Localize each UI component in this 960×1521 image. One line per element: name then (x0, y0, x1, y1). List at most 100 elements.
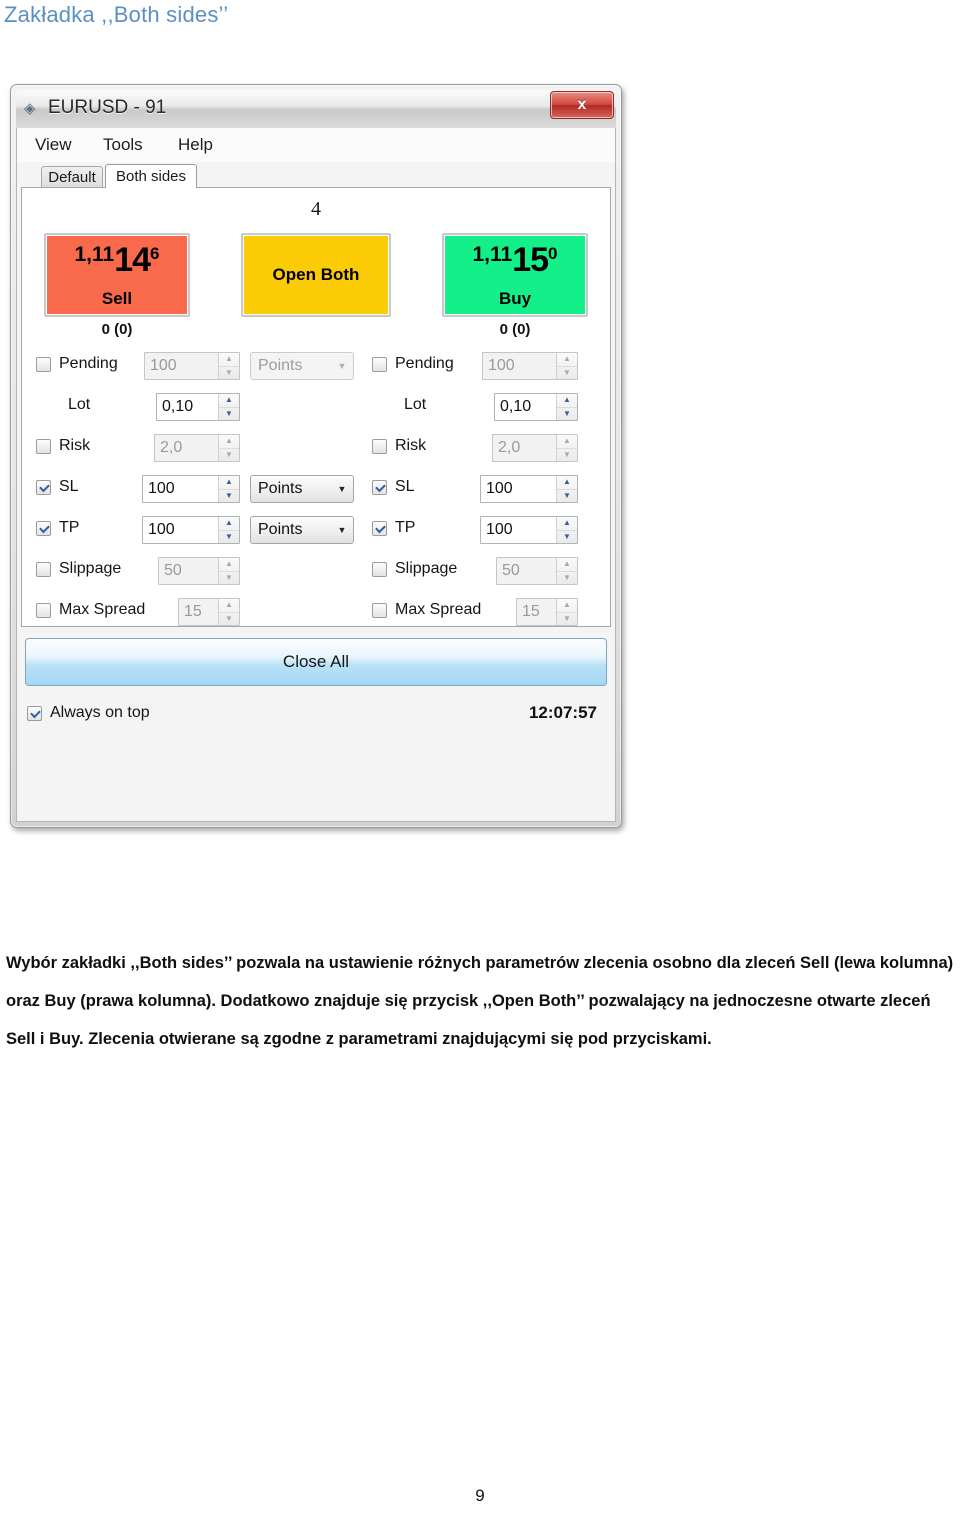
stepper-down-icon[interactable]: ▼ (219, 449, 239, 462)
checkbox-sell-sl[interactable] (36, 480, 51, 495)
stepper-up-icon[interactable]: ▲ (557, 558, 577, 572)
value-sell-slippage[interactable]: 50 (159, 558, 218, 584)
stepper-buy-slippage[interactable]: 50 ▲ ▼ (496, 557, 578, 585)
sell-price-prefix: 1,11 (74, 243, 115, 266)
menu-item-view[interactable]: View (31, 134, 76, 156)
label-sell-sl: SL (59, 478, 79, 495)
stepper-down-icon[interactable]: ▼ (557, 367, 577, 380)
stepper-sell-pending[interactable]: 100 ▲ ▼ (144, 352, 240, 380)
stepper-down-icon[interactable]: ▼ (219, 613, 239, 626)
checkbox-sell-tp[interactable] (36, 521, 51, 536)
stepper-up-icon[interactable]: ▲ (557, 435, 577, 449)
tab-both-sides[interactable]: Both sides (105, 164, 197, 188)
stepper-up-icon[interactable]: ▲ (557, 394, 577, 408)
value-buy-pending[interactable]: 100 (483, 353, 556, 379)
stepper-buy-pending[interactable]: 100 ▲ ▼ (482, 352, 578, 380)
checkbox-buy-risk[interactable] (372, 439, 387, 454)
stepper-down-icon[interactable]: ▼ (557, 490, 577, 503)
label-sell-tp: TP (59, 519, 80, 536)
value-sell-sl-unit: Points (258, 480, 303, 497)
checkbox-buy-max-spread[interactable] (372, 603, 387, 618)
value-buy-sl[interactable]: 100 (481, 476, 556, 502)
stepper-buy-sl[interactable]: 100 ▲ ▼ (480, 475, 578, 503)
checkbox-buy-slippage[interactable] (372, 562, 387, 577)
checkbox-sell-max-spread[interactable] (36, 603, 51, 618)
stepper-buttons: ▲ ▼ (218, 476, 239, 502)
checkbox-buy-sl[interactable] (372, 480, 387, 495)
stepper-sell-tp[interactable]: 100 ▲ ▼ (142, 516, 240, 544)
stepper-up-icon[interactable]: ▲ (557, 353, 577, 367)
close-all-button[interactable]: Close All (25, 638, 607, 686)
stepper-down-icon[interactable]: ▼ (219, 408, 239, 421)
stepper-sell-sl[interactable]: 100 ▲ ▼ (142, 475, 240, 503)
stepper-down-icon[interactable]: ▼ (557, 408, 577, 421)
value-buy-risk[interactable]: 2,0 (493, 435, 556, 461)
both-sides-tab-panel: 4 1,11146 Sell Open Both 1,11150 Buy 0 (… (21, 187, 611, 627)
close-icon[interactable]: x (550, 91, 614, 119)
stepper-up-icon[interactable]: ▲ (557, 599, 577, 613)
stepper-down-icon[interactable]: ▼ (557, 449, 577, 462)
checkbox-sell-risk[interactable] (36, 439, 51, 454)
checkbox-sell-slippage[interactable] (36, 562, 51, 577)
stepper-down-icon[interactable]: ▼ (219, 490, 239, 503)
menu-item-help[interactable]: Help (174, 134, 217, 156)
stepper-down-icon[interactable]: ▼ (219, 572, 239, 585)
stepper-buy-lot[interactable]: 0,10 ▲ ▼ (494, 393, 578, 421)
stepper-up-icon[interactable]: ▲ (219, 558, 239, 572)
dropdown-sell-tp-unit[interactable]: Points ▼ (250, 516, 354, 544)
dropdown-sell-sl-unit[interactable]: Points ▼ (250, 475, 354, 503)
window-title: EURUSD - 91 (48, 97, 167, 118)
value-sell-lot[interactable]: 0,10 (157, 394, 218, 420)
stepper-buttons: ▲ ▼ (556, 435, 577, 461)
checkbox-sell-pending[interactable] (36, 357, 51, 372)
stepper-buy-risk[interactable]: 2,0 ▲ ▼ (492, 434, 578, 462)
value-sell-pending[interactable]: 100 (145, 353, 218, 379)
menu-bar: View Tools Help (17, 128, 615, 162)
buy-button[interactable]: 1,11150 Buy (442, 233, 588, 317)
stepper-buy-max-spread[interactable]: 15 ▲ ▼ (516, 598, 578, 626)
value-buy-lot[interactable]: 0,10 (495, 394, 556, 420)
value-sell-tp[interactable]: 100 (143, 517, 218, 543)
stepper-sell-slippage[interactable]: 50 ▲ ▼ (158, 557, 240, 585)
buy-price-main: 15 (512, 241, 549, 279)
label-buy-sl: SL (395, 478, 415, 495)
stepper-sell-max-spread[interactable]: 15 ▲ ▼ (178, 598, 240, 626)
stepper-up-icon[interactable]: ▲ (219, 476, 239, 490)
stepper-down-icon[interactable]: ▼ (557, 572, 577, 585)
checkbox-buy-pending[interactable] (372, 357, 387, 372)
stepper-down-icon[interactable]: ▼ (557, 531, 577, 544)
open-both-button[interactable]: Open Both (241, 233, 391, 317)
value-buy-tp[interactable]: 100 (481, 517, 556, 543)
stepper-up-icon[interactable]: ▲ (557, 476, 577, 490)
stepper-up-icon[interactable]: ▲ (557, 517, 577, 531)
stepper-up-icon[interactable]: ▲ (219, 517, 239, 531)
stepper-sell-lot[interactable]: 0,10 ▲ ▼ (156, 393, 240, 421)
stepper-down-icon[interactable]: ▼ (219, 531, 239, 544)
value-buy-max-spread[interactable]: 15 (517, 599, 556, 625)
stepper-down-icon[interactable]: ▼ (557, 613, 577, 626)
stepper-down-icon[interactable]: ▼ (219, 367, 239, 380)
stepper-buy-tp[interactable]: 100 ▲ ▼ (480, 516, 578, 544)
clock-display: 12:07:57 (528, 703, 597, 722)
checkbox-always-on-top[interactable] (27, 706, 42, 721)
menu-item-tools[interactable]: Tools (99, 134, 147, 156)
stepper-up-icon[interactable]: ▲ (219, 599, 239, 613)
dropdown-sell-pending-unit[interactable]: Points ▼ (250, 352, 354, 380)
tab-default[interactable]: Default (41, 166, 103, 188)
value-sell-risk[interactable]: 2,0 (155, 435, 218, 461)
stepper-up-icon[interactable]: ▲ (219, 394, 239, 408)
stepper-buttons: ▲ ▼ (218, 599, 239, 625)
value-sell-sl[interactable]: 100 (143, 476, 218, 502)
stepper-buttons: ▲ ▼ (556, 517, 577, 543)
sell-button[interactable]: 1,11146 Sell (44, 233, 190, 317)
stepper-up-icon[interactable]: ▲ (219, 435, 239, 449)
spread-value: 4 (311, 198, 321, 220)
checkbox-buy-tp[interactable] (372, 521, 387, 536)
stepper-up-icon[interactable]: ▲ (219, 353, 239, 367)
stepper-sell-risk[interactable]: 2,0 ▲ ▼ (154, 434, 240, 462)
row-buy-tp: TP 100 ▲ ▼ (372, 512, 602, 553)
row-sell-tp: TP 100 ▲ ▼ Points ▼ (36, 512, 366, 553)
sell-label: Sell (101, 289, 133, 308)
value-sell-max-spread[interactable]: 15 (179, 599, 218, 625)
value-buy-slippage[interactable]: 50 (497, 558, 556, 584)
